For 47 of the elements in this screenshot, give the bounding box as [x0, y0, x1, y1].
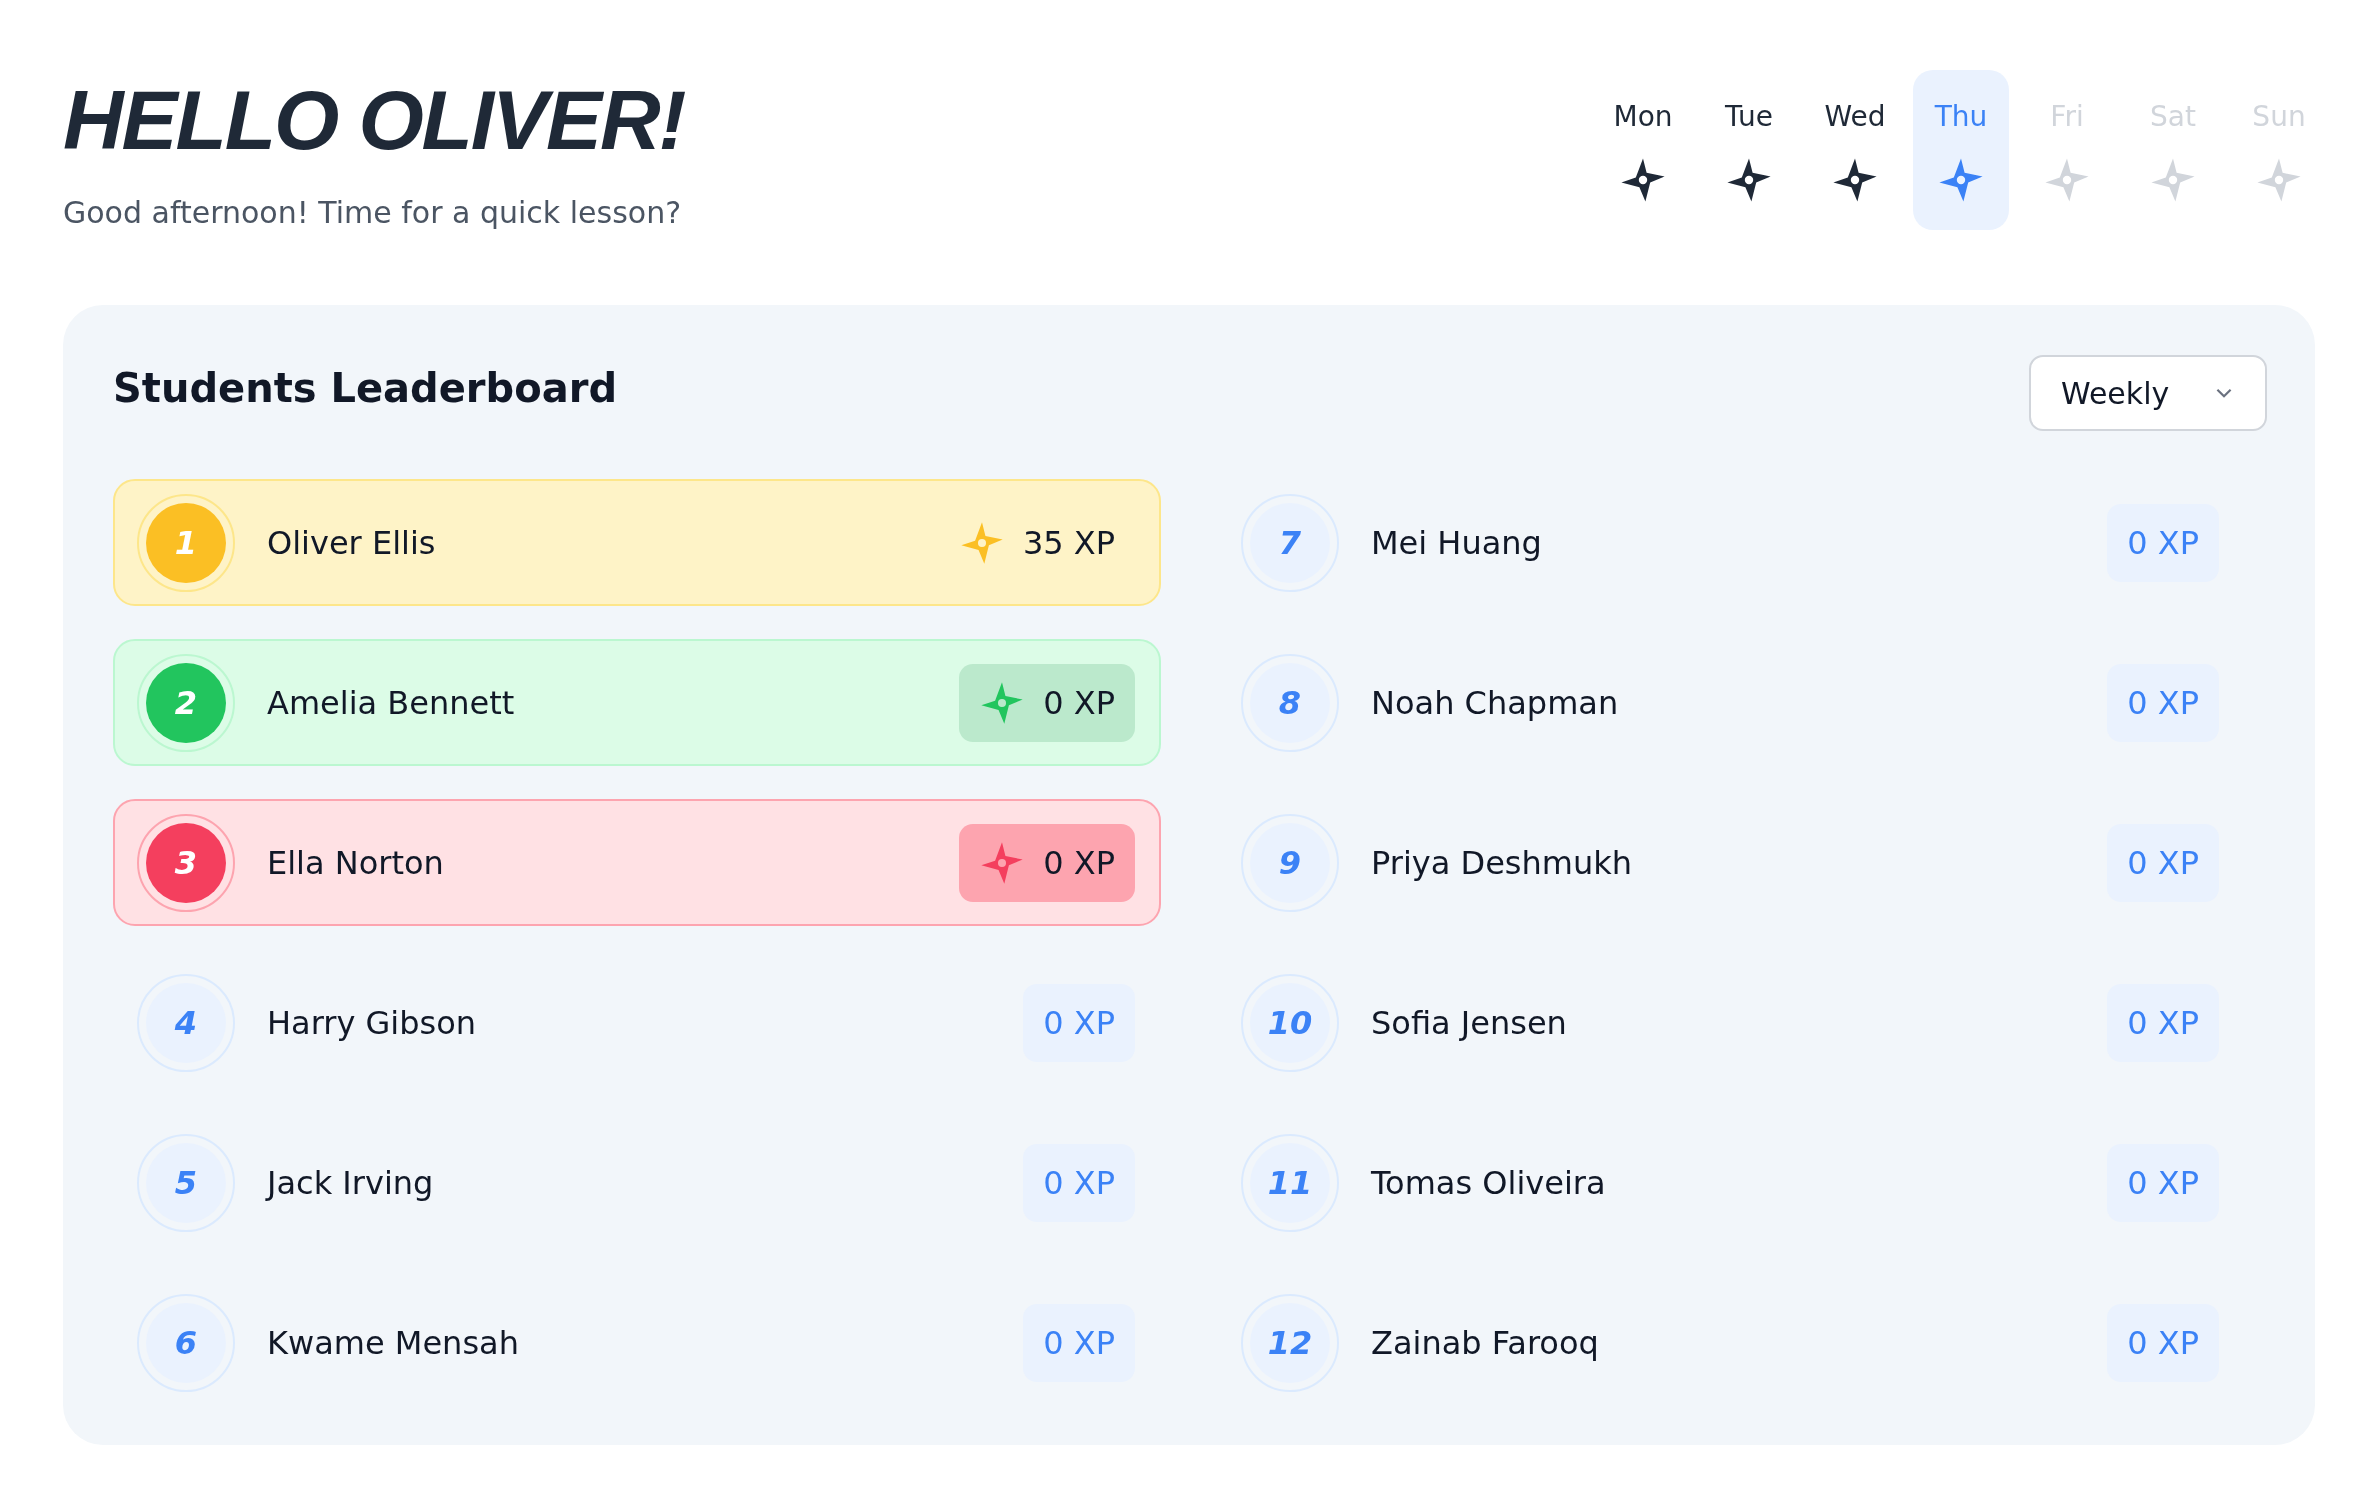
xp-value: 0 XP [2127, 1162, 2199, 1204]
xp-value: 0 XP [2127, 522, 2199, 564]
xp-value: 0 XP [1043, 1322, 1115, 1364]
leaderboard-title: Students Leaderboard [113, 364, 618, 413]
xp-value: 0 XP [2127, 1322, 2199, 1364]
rank-number: 4 [174, 1002, 198, 1044]
period-dropdown[interactable]: Weekly [2029, 355, 2267, 431]
rank-number: 8 [1278, 682, 1302, 724]
rank-number: 7 [1278, 522, 1302, 564]
day-tab[interactable]: Wed [1807, 70, 1903, 230]
xp-value: 35 XP [1022, 522, 1115, 564]
student-name: Sofia Jensen [1371, 1002, 1568, 1044]
xp-value: 0 XP [1043, 682, 1115, 724]
day-label: Mon [1613, 99, 1673, 135]
rank-number: 12 [1267, 1322, 1313, 1364]
student-name: Mei Huang [1371, 522, 1543, 564]
rank-number: 5 [174, 1162, 198, 1204]
xp-value: 0 XP [1043, 1002, 1115, 1044]
xp-value: 0 XP [2127, 682, 2199, 724]
student-name: Zainab Farooq [1371, 1322, 1600, 1364]
greeting-title: HELLO OLIVER! [63, 78, 685, 162]
student-name: Oliver Ellis [267, 522, 437, 564]
day-label: Wed [1824, 99, 1886, 135]
rank-number: 3 [174, 842, 198, 884]
student-name: Harry Gibson [267, 1002, 478, 1044]
day-tab[interactable]: Tue [1701, 70, 1797, 230]
student-name: Kwame Mensah [267, 1322, 520, 1364]
day-label: Tue [1725, 99, 1773, 135]
rank-number: 6 [174, 1322, 198, 1364]
rank-number: 9 [1278, 842, 1302, 884]
student-name: Jack Irving [267, 1162, 435, 1204]
rank-number: 1 [174, 522, 198, 564]
student-name: Ella Norton [267, 842, 445, 884]
student-name: Amelia Bennett [267, 682, 516, 724]
student-name: Noah Chapman [1371, 682, 1620, 724]
xp-value: 0 XP [1043, 842, 1115, 884]
student-name: Priya Deshmukh [1371, 842, 1634, 884]
xp-value: 0 XP [2127, 842, 2199, 884]
xp-value: 0 XP [2127, 1002, 2199, 1044]
xp-value: 0 XP [1043, 1162, 1115, 1204]
day-label: Thu [1934, 99, 1988, 135]
rank-number: 10 [1267, 1002, 1313, 1044]
greeting-subtitle: Good afternoon! Time for a quick lesson? [63, 194, 683, 232]
rank-number: 2 [174, 682, 198, 724]
day-tab[interactable]: Mon [1595, 70, 1691, 230]
student-name: Tomas Oliveira [1371, 1162, 1607, 1204]
rank-number: 11 [1267, 1162, 1313, 1204]
